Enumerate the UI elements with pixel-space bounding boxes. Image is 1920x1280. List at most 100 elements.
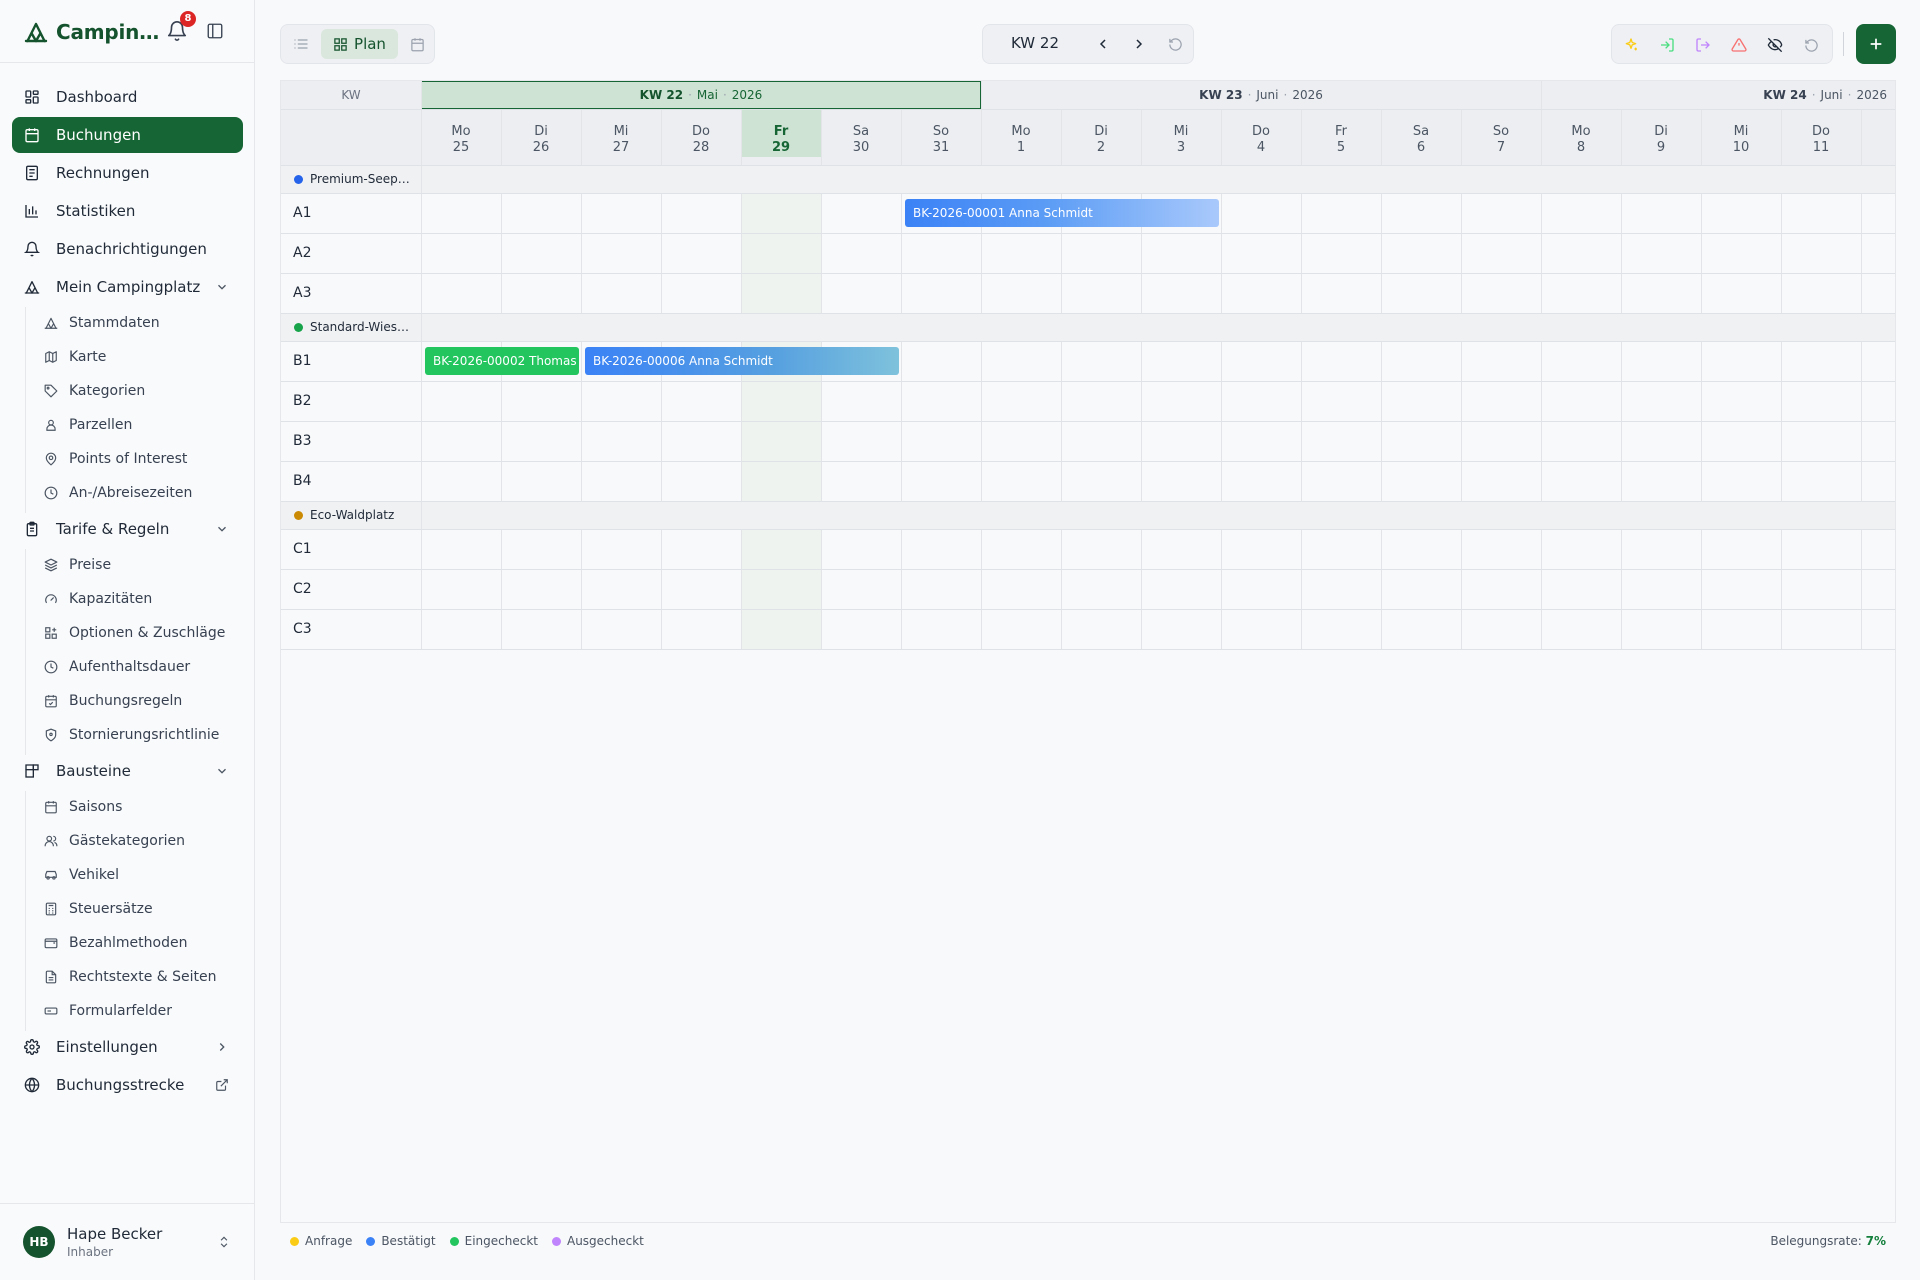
nav-buchungsstrecke[interactable]: Buchungsstrecke bbox=[12, 1067, 243, 1103]
planner-cell[interactable] bbox=[1221, 421, 1301, 461]
planner-cell[interactable] bbox=[1461, 569, 1541, 609]
planner-cell[interactable] bbox=[1061, 421, 1141, 461]
planner-cell[interactable] bbox=[1301, 273, 1381, 313]
plan-view-button[interactable]: Plan bbox=[321, 29, 398, 59]
planner-cell[interactable] bbox=[1621, 193, 1701, 233]
planner-cell[interactable] bbox=[1461, 193, 1541, 233]
add-booking-button[interactable] bbox=[1856, 24, 1896, 64]
planner-cell[interactable] bbox=[1221, 193, 1301, 233]
planner-cell[interactable] bbox=[581, 193, 661, 233]
calendar-view-button[interactable] bbox=[403, 29, 431, 59]
sub-kapazitaeten[interactable]: Kapazitäten bbox=[36, 584, 243, 614]
planner-cell[interactable] bbox=[981, 461, 1061, 501]
planner-cell[interactable] bbox=[1541, 421, 1621, 461]
planner-cell[interactable] bbox=[1301, 609, 1381, 649]
planner-cell[interactable] bbox=[421, 193, 501, 233]
conflicts-button[interactable] bbox=[1728, 34, 1750, 56]
sub-stornierungsrichtlinie[interactable]: Stornierungsrichtlinie bbox=[36, 720, 243, 750]
sub-karte[interactable]: Karte bbox=[36, 342, 243, 372]
planner-cell[interactable] bbox=[901, 569, 981, 609]
planner-cell[interactable] bbox=[1701, 569, 1781, 609]
planner-cell[interactable] bbox=[581, 233, 661, 273]
planner-cell[interactable] bbox=[901, 529, 981, 569]
planner-cell[interactable] bbox=[421, 609, 501, 649]
planner-cell[interactable] bbox=[1141, 341, 1221, 381]
planner-cell[interactable] bbox=[1381, 461, 1461, 501]
planner-cell[interactable] bbox=[1381, 569, 1461, 609]
sub-preise[interactable]: Preise bbox=[36, 550, 243, 580]
planner-cell[interactable] bbox=[1301, 529, 1381, 569]
planner-cell[interactable] bbox=[1781, 421, 1861, 461]
user-menu[interactable]: HB Hape Becker Inhaber bbox=[12, 1214, 243, 1270]
planner-cell[interactable] bbox=[1541, 273, 1621, 313]
planner-cell[interactable] bbox=[1221, 381, 1301, 421]
planner-cell[interactable] bbox=[1781, 609, 1861, 649]
sub-optionen-zuschlaege[interactable]: Optionen & Zuschläge bbox=[36, 618, 243, 648]
planner-cell[interactable] bbox=[421, 233, 501, 273]
planner-cell[interactable] bbox=[1061, 381, 1141, 421]
planner-cell[interactable] bbox=[1621, 569, 1701, 609]
planner-cell[interactable] bbox=[1701, 529, 1781, 569]
planner-cell[interactable] bbox=[1541, 529, 1621, 569]
planner-cell[interactable] bbox=[1141, 233, 1221, 273]
planner-cell[interactable] bbox=[1461, 381, 1541, 421]
planner-cell[interactable] bbox=[1221, 609, 1301, 649]
planner-cell[interactable] bbox=[1221, 569, 1301, 609]
planner-cell[interactable] bbox=[1781, 273, 1861, 313]
sub-steuersaetze[interactable]: Steuersätze bbox=[36, 894, 243, 924]
previous-week-button[interactable] bbox=[1092, 33, 1114, 55]
planner-cell[interactable] bbox=[1221, 341, 1301, 381]
planner-cell[interactable] bbox=[821, 421, 901, 461]
planner-cell[interactable] bbox=[581, 421, 661, 461]
planner-cell[interactable] bbox=[741, 461, 821, 501]
planner-cell[interactable] bbox=[501, 569, 581, 609]
planner-cell[interactable] bbox=[1141, 609, 1221, 649]
sub-buchungsregeln[interactable]: Buchungsregeln bbox=[36, 686, 243, 716]
sub-an-abreisezeiten[interactable]: An-/Abreisezeiten bbox=[36, 478, 243, 508]
planner-cell[interactable] bbox=[1141, 461, 1221, 501]
planner-cell[interactable] bbox=[1141, 381, 1221, 421]
planner-cell[interactable] bbox=[1541, 609, 1621, 649]
planner-cell[interactable] bbox=[901, 233, 981, 273]
nav-buchungen[interactable]: Buchungen bbox=[12, 117, 243, 153]
planner-cell[interactable] bbox=[1061, 273, 1141, 313]
planner-cell[interactable] bbox=[981, 609, 1061, 649]
sub-gaestekategorien[interactable]: Gästekategorien bbox=[36, 826, 243, 856]
planner-cell[interactable] bbox=[661, 529, 741, 569]
nav-bausteine[interactable]: Bausteine bbox=[12, 753, 243, 789]
planner-cell[interactable] bbox=[1061, 609, 1141, 649]
planner-cell[interactable] bbox=[1781, 529, 1861, 569]
planner-cell[interactable] bbox=[821, 381, 901, 421]
planner-cell[interactable] bbox=[981, 381, 1061, 421]
planner-cell[interactable] bbox=[1701, 193, 1781, 233]
planner-cell[interactable] bbox=[501, 529, 581, 569]
planner-cell[interactable] bbox=[821, 609, 901, 649]
planner-cell[interactable] bbox=[501, 461, 581, 501]
planner-cell[interactable] bbox=[581, 609, 661, 649]
planner-cell[interactable] bbox=[1461, 529, 1541, 569]
sub-rechtstexte-seiten[interactable]: Rechtstexte & Seiten bbox=[36, 962, 243, 992]
planner-cell[interactable] bbox=[981, 341, 1061, 381]
planner-cell[interactable] bbox=[1461, 341, 1541, 381]
planner-cell[interactable] bbox=[1381, 421, 1461, 461]
planner-cell[interactable] bbox=[901, 609, 981, 649]
planner-cell[interactable] bbox=[1701, 233, 1781, 273]
planner-cell[interactable] bbox=[421, 421, 501, 461]
planner-cell[interactable] bbox=[741, 273, 821, 313]
planner-cell[interactable] bbox=[1541, 569, 1621, 609]
planner-cell[interactable] bbox=[1221, 233, 1301, 273]
planner-cell[interactable] bbox=[1541, 193, 1621, 233]
planner-cell[interactable] bbox=[661, 381, 741, 421]
planner-cell[interactable] bbox=[581, 529, 661, 569]
planner-cell[interactable] bbox=[1141, 273, 1221, 313]
planner-cell[interactable] bbox=[1781, 381, 1861, 421]
planner-cell[interactable] bbox=[1541, 233, 1621, 273]
planner-cell[interactable] bbox=[1381, 193, 1461, 233]
sub-stammdaten[interactable]: Stammdaten bbox=[36, 308, 243, 338]
planner-cell[interactable] bbox=[1461, 609, 1541, 649]
planner-cell[interactable] bbox=[901, 461, 981, 501]
planner-cell[interactable] bbox=[421, 569, 501, 609]
current-week-label[interactable]: KW 22 bbox=[1011, 34, 1059, 52]
planner-cell[interactable] bbox=[901, 421, 981, 461]
list-view-button[interactable] bbox=[286, 29, 316, 59]
